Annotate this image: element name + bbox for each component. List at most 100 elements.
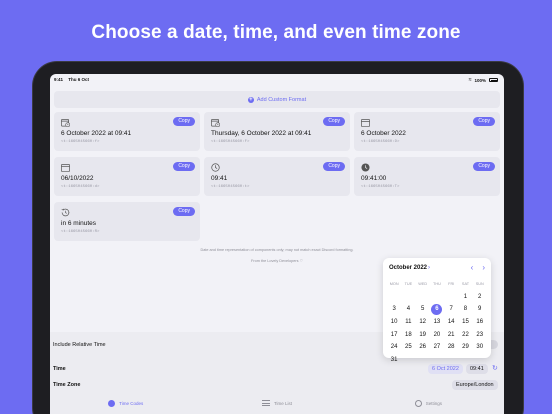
copy-button[interactable]: Copy xyxy=(473,117,495,126)
copy-button[interactable]: Copy xyxy=(173,207,195,216)
weekday-label: MON xyxy=(389,282,399,287)
format-value: 09:41 xyxy=(211,175,228,182)
calendar-day[interactable]: 3 xyxy=(387,303,401,315)
copy-button[interactable]: Copy xyxy=(473,162,495,171)
calendar-empty-cell xyxy=(444,354,458,366)
format-value: 6 October 2022 at 09:41 xyxy=(61,130,132,137)
calendar-day-number: 8 xyxy=(463,306,468,313)
copy-button[interactable]: Copy xyxy=(173,162,195,171)
weekday-header: MON TUE WED THU FRI SAT SUN xyxy=(387,278,487,291)
weekday-label: SUN xyxy=(475,282,484,287)
weekday-label: TUE xyxy=(404,282,413,287)
add-custom-format-button[interactable]: + Add Custom Format xyxy=(54,91,500,108)
calendar-day[interactable]: 10 xyxy=(387,316,401,328)
weekday-label: WED xyxy=(418,282,428,287)
add-custom-format-label: Add Custom Format xyxy=(256,96,307,103)
calendar-day[interactable]: 13 xyxy=(430,316,444,328)
calendar-day-number: 12 xyxy=(419,319,426,326)
calendar-day[interactable]: 29 xyxy=(458,341,472,353)
calendar-day[interactable]: 18 xyxy=(401,329,415,341)
calendar-day-number: 28 xyxy=(447,344,455,351)
tab-settings[interactable]: Settings xyxy=(353,392,504,414)
calendar-day[interactable]: 8 xyxy=(458,303,472,315)
calendar-day-number: 9 xyxy=(478,306,482,313)
calendar-day-number: 25 xyxy=(405,344,412,351)
format-code: <t:1665045660:R> xyxy=(61,230,100,234)
tab-label: Time List xyxy=(273,400,293,406)
calendar-day[interactable]: 17 xyxy=(387,329,401,341)
tab-label: Time Codes xyxy=(119,400,144,406)
calendar-day[interactable]: 2 xyxy=(473,291,487,303)
calendar-day[interactable]: 28 xyxy=(444,341,458,353)
calendar-day[interactable]: 9 xyxy=(473,303,487,315)
format-value: Thursday, 6 October 2022 at 09:41 xyxy=(211,130,312,137)
calendar-day-number: 24 xyxy=(390,344,398,351)
calendar-day[interactable]: 12 xyxy=(416,316,430,328)
copy-button[interactable]: Copy xyxy=(323,162,345,171)
heart-icon: ♡ xyxy=(299,259,303,263)
time-zone-button[interactable]: Europe/London xyxy=(452,380,498,390)
calendar-day[interactable]: 15 xyxy=(458,316,472,328)
calendar-day[interactable]: 7 xyxy=(444,303,458,315)
tab-time-list[interactable]: Time List xyxy=(201,392,352,414)
calendar-day-number: 13 xyxy=(433,319,441,326)
calendar-weeks: 1 2 3 4 5 6 7 8 9 10 11 12 13 14 15 16 17 18 19 20 21 22 23 24 2… xyxy=(387,291,487,367)
format-value: 6 October 2022 xyxy=(361,130,406,137)
calendar-empty-cell xyxy=(473,354,487,366)
calendar-day-number: 4 xyxy=(406,306,411,313)
calendar-day[interactable]: 24 xyxy=(387,341,401,353)
wifi-icon: ≈ xyxy=(468,77,472,83)
credit-label: From the Lovely Developers xyxy=(251,259,299,263)
next-month-button[interactable]: › xyxy=(482,263,485,272)
month-selector[interactable]: October 2022› xyxy=(389,265,430,271)
calendar-day-number: 19 xyxy=(419,331,426,338)
copy-button[interactable]: Copy xyxy=(323,117,345,126)
calendar-icon xyxy=(361,118,370,127)
copy-button[interactable]: Copy xyxy=(173,117,195,126)
format-code: <t:1665045660:F> xyxy=(211,140,250,144)
calendar-day[interactable]: 14 xyxy=(444,316,458,328)
format-card: Copy 09:41 <t:1665045660:t> xyxy=(204,157,350,196)
calendar-week: 17 18 19 20 21 22 23 xyxy=(387,328,487,341)
format-code: <t:1665045660:f> xyxy=(61,140,100,144)
calendar-week: 12 xyxy=(387,291,487,304)
calendar-day[interactable]: 11 xyxy=(401,316,415,328)
calendar-day[interactable]: 19 xyxy=(416,329,430,341)
clock-filled-icon xyxy=(361,163,370,172)
calendar-day[interactable]: 20 xyxy=(430,329,444,341)
calendar-day[interactable]: 21 xyxy=(444,329,458,341)
format-code: <t:1665045660:T> xyxy=(361,185,400,189)
calendar-day[interactable]: 31 xyxy=(387,354,401,366)
calendar-day-number: 23 xyxy=(476,331,484,338)
weekday-label: SAT xyxy=(461,282,470,287)
calendar-day[interactable]: 23 xyxy=(473,329,487,341)
calendar-clock-icon xyxy=(211,118,220,127)
format-card: Copy 6 October 2022 at 09:41 <t:16650456… xyxy=(54,112,200,151)
calendar-day[interactable]: 27 xyxy=(430,341,444,353)
status-time: 9:41 xyxy=(54,77,64,82)
calendar-day-number: 30 xyxy=(476,344,484,351)
calendar-day-number: 14 xyxy=(447,319,455,326)
calendar-day[interactable]: 16 xyxy=(473,316,487,328)
tab-time-codes[interactable]: Time Codes xyxy=(50,392,201,414)
calendar-day-number: 11 xyxy=(405,319,412,326)
calendar-day[interactable]: 6 xyxy=(430,303,444,316)
calendar-day[interactable]: 25 xyxy=(401,341,415,353)
calendar-day[interactable]: 26 xyxy=(416,341,430,353)
battery-percent: 100% xyxy=(474,77,486,83)
calendar-empty-cell xyxy=(444,291,458,303)
calendar-empty-cell xyxy=(387,291,401,303)
calendar-day[interactable]: 5 xyxy=(416,303,430,315)
calendar-day[interactable]: 4 xyxy=(401,303,415,315)
headline: Choose a date, time, and even time zone xyxy=(91,22,461,43)
calendar-day[interactable]: 22 xyxy=(458,329,472,341)
format-card: Copy 09:41:00 <t:1665045660:T> xyxy=(354,157,500,196)
calendar-day[interactable]: 30 xyxy=(473,341,487,353)
reset-icon[interactable]: ↻ xyxy=(492,364,498,372)
calendar-day[interactable]: 1 xyxy=(458,291,472,303)
previous-month-button[interactable]: ‹ xyxy=(471,263,474,272)
calendar-empty-cell xyxy=(430,291,444,303)
gear-icon xyxy=(414,399,422,407)
relative-time-icon xyxy=(61,208,70,217)
plus-icon: + xyxy=(247,96,254,103)
